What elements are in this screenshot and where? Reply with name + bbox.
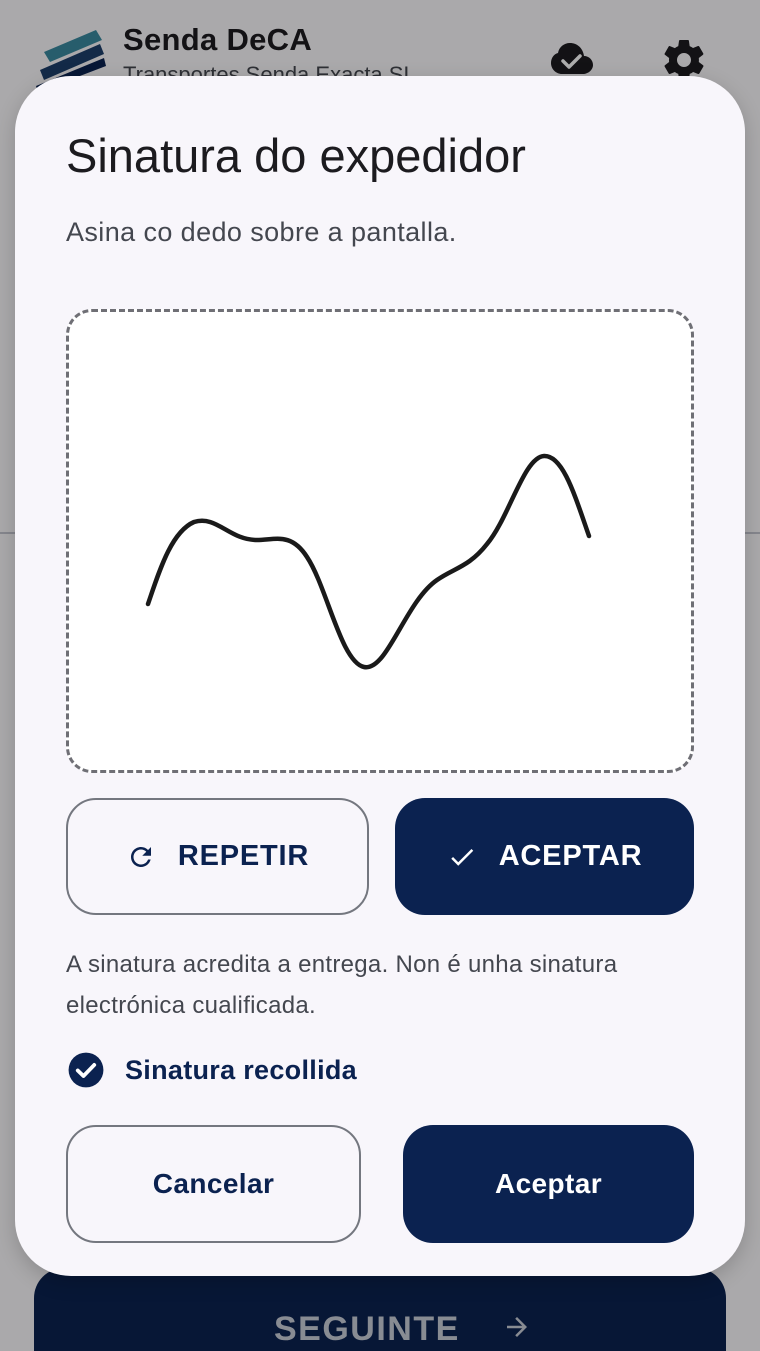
refresh-icon — [126, 842, 156, 872]
signature-pad[interactable] — [66, 309, 694, 773]
dialog-subtitle: Asina co dedo sobre a pantalla. — [66, 217, 457, 247]
signature-dialog: Sinatura do expedidor Asina co dedo sobr… — [15, 76, 745, 1276]
accept-signature-label: ACEPTAR — [498, 840, 643, 872]
check-icon — [447, 842, 477, 872]
signature-status: Sinatura recollida — [67, 1050, 357, 1090]
signature-disclaimer: A sinatura acredita a entrega. Non é unh… — [66, 951, 618, 1019]
repeat-signature-button[interactable]: REPETIR — [66, 798, 369, 915]
repeat-button-label: REPETIR — [177, 840, 310, 872]
status-text: Sinatura recollida — [125, 1054, 357, 1085]
signature-stroke — [145, 453, 592, 670]
accept-button[interactable]: Aceptar — [403, 1125, 694, 1243]
accept-signature-button[interactable]: ACEPTAR — [395, 798, 694, 915]
dialog-title: Sinatura do expedidor — [66, 129, 526, 182]
check-circle-icon — [67, 1051, 105, 1089]
cancel-button[interactable]: Cancelar — [66, 1125, 361, 1243]
